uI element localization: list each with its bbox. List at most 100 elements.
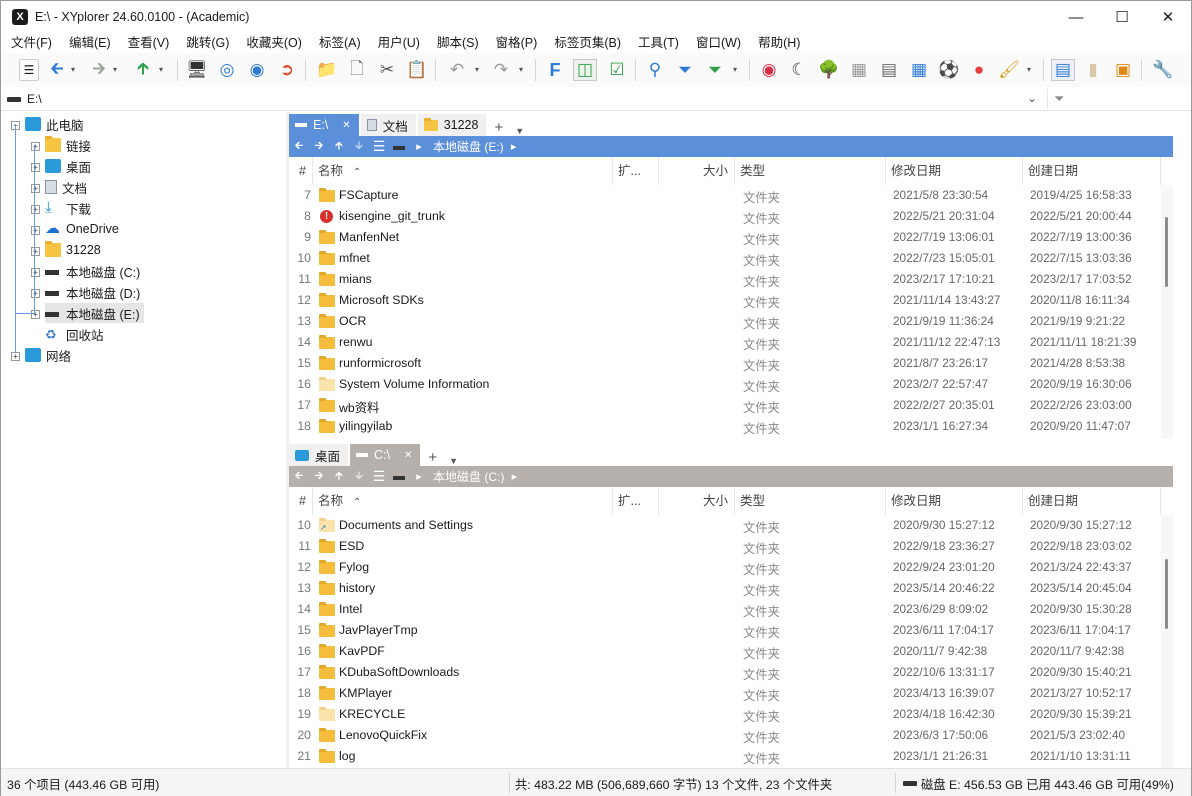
brush-dropdown-icon[interactable]: ▾ — [1027, 65, 1031, 74]
tree-item[interactable]: 桌面 — [45, 156, 91, 176]
file-row[interactable]: 13 history 文件夹 2023/5/14 20:46:22 2023/5… — [289, 578, 1161, 599]
tab-list-dropdown-icon[interactable]: ▼ — [509, 126, 530, 136]
calendar-icon[interactable]: ▦ — [907, 59, 931, 81]
file-row[interactable]: 11 ESD 文件夹 2022/9/18 23:36:27 2022/9/18 … — [289, 536, 1161, 557]
chevron-right-icon[interactable]: ▸ — [409, 140, 429, 153]
file-row[interactable]: 10 mfnet 文件夹 2022/7/23 15:05:01 2022/7/1… — [289, 248, 1161, 269]
menu-item[interactable]: 窗口(W) — [686, 33, 748, 53]
file-row[interactable]: 12 Fylog 文件夹 2022/9/24 23:01:20 2021/3/2… — [289, 557, 1161, 578]
file-row[interactable]: 18 KMPlayer 文件夹 2023/4/13 16:39:07 2021/… — [289, 683, 1161, 704]
tab-list-dropdown-icon[interactable]: ▼ — [443, 456, 464, 466]
address-value[interactable]: E:\ — [27, 92, 42, 106]
column-ext[interactable]: 扩... — [613, 487, 659, 515]
menu-item[interactable]: 文件(F) — [1, 33, 59, 53]
green-filter-icon[interactable]: ⏷ — [703, 59, 727, 81]
tab[interactable]: C:\ ✕ — [350, 444, 421, 466]
details-view-icon[interactable]: ▤ — [877, 59, 901, 81]
file-row[interactable]: 14 Intel 文件夹 2023/6/29 8:09:02 2020/9/30… — [289, 599, 1161, 620]
file-row[interactable]: 17 KDubaSoftDownloads 文件夹 2022/10/6 13:3… — [289, 662, 1161, 683]
find-files-icon[interactable]: F — [543, 59, 567, 81]
new-tab-icon[interactable]: + — [488, 119, 509, 136]
column-modified[interactable]: 修改日期 — [886, 157, 1023, 185]
spiral-icon[interactable]: ◉ — [757, 59, 781, 81]
menu-item[interactable]: 收藏夹(O) — [236, 33, 309, 53]
colors-icon[interactable]: ● — [967, 59, 991, 81]
file-row[interactable]: 21 log 文件夹 2023/1/1 21:26:31 2021/1/10 1… — [289, 746, 1161, 767]
minimize-button[interactable]: — — [1053, 1, 1099, 33]
thumbnails-icon[interactable]: ▦ — [847, 59, 871, 81]
forward-icon[interactable]: 🡲 — [87, 59, 111, 81]
forward-icon[interactable]: 🡲 — [309, 467, 329, 486]
quick-filter-field[interactable]: ⏷ — [1047, 89, 1187, 109]
menu-item[interactable]: 跳转(G) — [176, 33, 236, 53]
column-type[interactable]: 类型 — [735, 157, 886, 185]
new-tab-icon[interactable]: + — [422, 449, 443, 466]
expand-icon[interactable]: + — [31, 289, 40, 298]
scroll-thumb[interactable] — [1165, 217, 1168, 287]
back-icon[interactable]: 🡰 — [45, 59, 69, 81]
expand-icon[interactable]: + — [31, 184, 40, 193]
vertical-scrollbar[interactable] — [1161, 185, 1173, 439]
expand-icon[interactable]: + — [31, 142, 40, 151]
go-icon[interactable]: ➲ — [275, 59, 299, 81]
tree-item[interactable]: 链接 — [45, 135, 91, 155]
forward-icon[interactable]: 🡲 — [309, 137, 329, 156]
tab-close-icon[interactable]: ✕ — [342, 120, 350, 131]
menu-item[interactable]: 工具(T) — [628, 33, 686, 53]
file-row[interactable]: 18 yilingyilab 文件夹 2023/1/1 16:27:34 202… — [289, 416, 1161, 437]
menu-item[interactable]: 脚本(S) — [427, 33, 486, 53]
column-created[interactable]: 创建日期 — [1023, 487, 1161, 515]
computer-icon[interactable]: 🖥 — [185, 59, 209, 81]
copy-icon[interactable]: 🗋 — [345, 59, 369, 81]
file-row[interactable]: 8! kisengine_git_trunk 文件夹 2022/5/21 20:… — [289, 206, 1161, 227]
search-circle-icon[interactable]: ◉ — [245, 59, 269, 81]
menu-item[interactable]: 帮助(H) — [748, 33, 807, 53]
back-icon[interactable]: 🡰 — [289, 137, 309, 156]
tree-item[interactable]: 此电脑 — [25, 114, 84, 134]
breadcrumb-drive[interactable]: 本地磁盘 (E:) — [433, 138, 504, 155]
expand-icon[interactable]: + — [31, 226, 40, 235]
chevron-right-icon[interactable]: ▸ — [409, 470, 429, 483]
menu-item[interactable]: 编辑(E) — [59, 33, 118, 53]
file-row[interactable]: 15 JavPlayerTmp 文件夹 2023/6/11 17:04:17 2… — [289, 620, 1161, 641]
tab[interactable]: 桌面 — [289, 444, 349, 466]
column-type[interactable]: 类型 — [735, 487, 886, 515]
file-row[interactable]: 17 wb资料 文件夹 2022/2/27 20:35:01 2022/2/26… — [289, 395, 1161, 416]
menu-item[interactable]: 窗格(P) — [486, 33, 545, 53]
expand-icon[interactable]: + — [11, 352, 20, 361]
tree-item[interactable]: ♻ 回收站 — [45, 324, 104, 344]
column-name[interactable]: 名称 ⌃ — [313, 487, 613, 515]
filter-icon[interactable]: ⏷ — [673, 59, 697, 81]
tab[interactable]: 31228 — [417, 114, 487, 136]
menu-item[interactable]: 标签(A) — [309, 33, 368, 53]
dual-pane-icon[interactable]: ▤ — [1051, 59, 1075, 81]
menu-item[interactable]: 标签页集(B) — [544, 33, 628, 53]
target-icon[interactable]: ◎ — [215, 59, 239, 81]
down-icon[interactable]: 🡳 — [349, 137, 369, 156]
forward-dropdown-icon[interactable]: ▾ — [113, 65, 117, 74]
tools-icon[interactable]: 🔧 — [1151, 59, 1175, 81]
redo-icon[interactable]: ↷ — [489, 59, 513, 81]
info-panel-icon[interactable]: ▣ — [1111, 59, 1135, 81]
down-icon[interactable]: 🡳 — [349, 467, 369, 486]
file-row[interactable]: 9 ManfenNet 文件夹 2022/7/19 13:06:01 2022/… — [289, 227, 1161, 248]
address-field[interactable]: E:\ — [7, 90, 1045, 108]
expand-icon[interactable]: + — [31, 247, 40, 256]
chevron-right-icon[interactable]: ▸ — [504, 470, 524, 483]
new-folder-icon[interactable]: 📁 — [315, 59, 339, 81]
tab-close-icon[interactable]: ✕ — [404, 450, 412, 461]
tree-toggle-icon[interactable]: ◫ — [573, 59, 597, 81]
menu-item[interactable]: 查看(V) — [118, 33, 177, 53]
column-ext[interactable]: 扩... — [613, 157, 659, 185]
column-num[interactable]: # — [289, 157, 313, 185]
up-icon[interactable]: 🡱 — [131, 59, 155, 81]
back-icon[interactable]: 🡰 — [289, 467, 309, 486]
up-icon[interactable]: 🡱 — [329, 137, 349, 156]
file-row[interactable]: 15 runformicrosoft 文件夹 2021/8/7 23:26:17… — [289, 353, 1161, 374]
toolbar-menu-icon[interactable]: ☰ — [19, 59, 39, 81]
breadcrumb-drive[interactable]: 本地磁盘 (C:) — [433, 468, 504, 485]
preview-pane-icon[interactable]: ▮ — [1081, 59, 1105, 81]
vertical-scrollbar[interactable] — [1161, 515, 1173, 768]
column-num[interactable]: # — [289, 487, 313, 515]
column-size[interactable]: 大小 — [659, 487, 735, 515]
